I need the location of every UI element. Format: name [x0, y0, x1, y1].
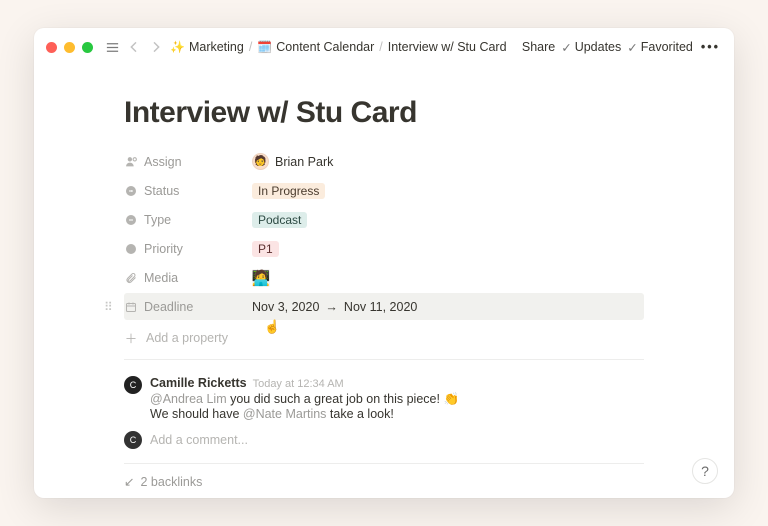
avatar: C — [124, 376, 142, 394]
property-type: Type Podcast — [124, 206, 644, 233]
updates-button[interactable]: ✓ Updates — [561, 40, 621, 55]
breadcrumb-label: Interview w/ Stu Card — [388, 40, 507, 54]
backlinks-label: 2 backlinks — [140, 475, 202, 489]
label-text: Deadline — [144, 300, 193, 314]
label-text: Status — [144, 184, 179, 198]
divider — [124, 359, 644, 360]
comment-text: We should have — [150, 407, 243, 421]
help-button[interactable]: ? — [692, 458, 718, 484]
property-value-priority[interactable]: P1 — [246, 239, 644, 259]
favorited-button[interactable]: ✓ Favorited — [627, 40, 693, 55]
sidebar-menu-icon[interactable] — [105, 40, 120, 55]
window-controls — [46, 42, 93, 53]
nav-forward-icon[interactable] — [148, 39, 164, 55]
add-comment-input[interactable]: C Add a comment... — [124, 431, 644, 449]
deadline-end: Nov 11, 2020 — [344, 300, 417, 314]
property-list: Assign 🧑 Brian Park Status In Progress — [124, 148, 644, 353]
property-label[interactable]: Type — [124, 213, 246, 227]
priority-badge: P1 — [252, 241, 279, 257]
backlinks-button[interactable]: ↙ 2 backlinks — [124, 474, 644, 498]
type-badge: Podcast — [252, 212, 307, 228]
plus-icon: ＋ — [124, 328, 138, 347]
cursor-pointer-icon: ☝️ — [264, 319, 280, 335]
property-value-media[interactable]: 🧑‍💻 — [246, 267, 644, 289]
sparkles-icon: ✨ — [170, 40, 185, 54]
comment-text: you did such a great job on this piece! — [227, 392, 444, 406]
select-icon — [124, 243, 138, 255]
check-icon: ✓ — [561, 40, 571, 55]
comment-body: Camille Ricketts Today at 12:34 AM @Andr… — [150, 376, 459, 421]
close-window-icon[interactable] — [46, 42, 57, 53]
page-content: Interview w/ Stu Card Assign 🧑 Brian Par… — [34, 66, 734, 498]
property-deadline: ⠿ Deadline Nov 3, 2020 → Nov 11, 2020 ☝️ — [124, 293, 644, 320]
check-icon: ✓ — [627, 40, 637, 55]
breadcrumb-current[interactable]: Interview w/ Stu Card — [388, 40, 507, 54]
property-status: Status In Progress — [124, 177, 644, 204]
property-value-deadline[interactable]: Nov 3, 2020 → Nov 11, 2020 — [246, 298, 644, 316]
select-icon — [124, 214, 138, 226]
status-badge: In Progress — [252, 183, 325, 199]
top-bar: ✨ Marketing / 🗓️ Content Calendar / Inte… — [34, 28, 734, 66]
property-label[interactable]: Media — [124, 271, 246, 285]
favorited-label: Favorited — [641, 40, 693, 54]
breadcrumb-marketing[interactable]: ✨ Marketing — [170, 40, 244, 54]
nav-back-icon[interactable] — [126, 39, 142, 55]
breadcrumb-content-calendar[interactable]: 🗓️ Content Calendar — [257, 40, 374, 54]
calendar-icon — [124, 301, 138, 313]
property-priority: Priority P1 — [124, 235, 644, 262]
breadcrumb: ✨ Marketing / 🗓️ Content Calendar / Inte… — [170, 40, 507, 54]
assignee-name: Brian Park — [275, 155, 333, 169]
comment-time: Today at 12:34 AM — [253, 378, 344, 390]
add-property-label: Add a property — [146, 331, 228, 345]
property-value-type[interactable]: Podcast — [246, 210, 644, 230]
comment-author: Camille Ricketts — [150, 376, 247, 390]
breadcrumb-label: Content Calendar — [276, 40, 374, 54]
label-text: Type — [144, 213, 171, 227]
property-label[interactable]: Deadline — [124, 300, 246, 314]
property-assign: Assign 🧑 Brian Park — [124, 148, 644, 175]
mention[interactable]: @Nate Martins — [243, 407, 327, 421]
divider — [124, 463, 644, 464]
updates-label: Updates — [575, 40, 622, 54]
comment-line: @Andrea Lim you did such a great job on … — [150, 392, 459, 407]
comment: C Camille Ricketts Today at 12:34 AM @An… — [124, 376, 644, 421]
breadcrumb-label: Marketing — [189, 40, 244, 54]
maximize-window-icon[interactable] — [82, 42, 93, 53]
breadcrumb-separator: / — [249, 40, 252, 54]
label-text: Priority — [144, 242, 183, 256]
media-thumbnail: 🧑‍💻 — [252, 269, 270, 287]
comment-text: take a look! — [326, 407, 393, 421]
avatar: C — [124, 431, 142, 449]
mention[interactable]: @Andrea Lim — [150, 392, 227, 406]
page-title[interactable]: Interview w/ Stu Card — [124, 96, 644, 130]
label-text: Media — [144, 271, 178, 285]
label-text: Assign — [144, 155, 182, 169]
calendar-icon: 🗓️ — [257, 40, 272, 54]
add-comment-placeholder: Add a comment... — [150, 433, 248, 447]
drag-handle-icon[interactable]: ⠿ — [104, 300, 113, 314]
property-label[interactable]: Status — [124, 184, 246, 198]
more-menu-icon[interactable]: ••• — [699, 40, 722, 54]
share-button[interactable]: Share — [522, 40, 555, 54]
arrow-right-icon: → — [325, 300, 338, 314]
comments-section: C Camille Ricketts Today at 12:34 AM @An… — [124, 376, 644, 449]
property-value-status[interactable]: In Progress — [246, 181, 644, 201]
attachment-icon — [124, 272, 138, 284]
select-icon — [124, 185, 138, 197]
property-value-assign[interactable]: 🧑 Brian Park — [246, 151, 644, 172]
person-icon — [124, 155, 138, 168]
property-label[interactable]: Priority — [124, 242, 246, 256]
add-property-button[interactable]: ＋ Add a property — [124, 322, 644, 353]
clap-icon: 👏 — [443, 392, 459, 406]
app-window: ✨ Marketing / 🗓️ Content Calendar / Inte… — [34, 28, 734, 498]
avatar: 🧑 — [252, 153, 269, 170]
property-media: Media 🧑‍💻 — [124, 264, 644, 291]
property-label[interactable]: Assign — [124, 155, 246, 169]
comment-line: We should have @Nate Martins take a look… — [150, 407, 459, 421]
breadcrumb-separator: / — [379, 40, 382, 54]
minimize-window-icon[interactable] — [64, 42, 75, 53]
backlink-arrow-icon: ↙ — [124, 474, 134, 489]
deadline-start: Nov 3, 2020 — [252, 300, 319, 314]
